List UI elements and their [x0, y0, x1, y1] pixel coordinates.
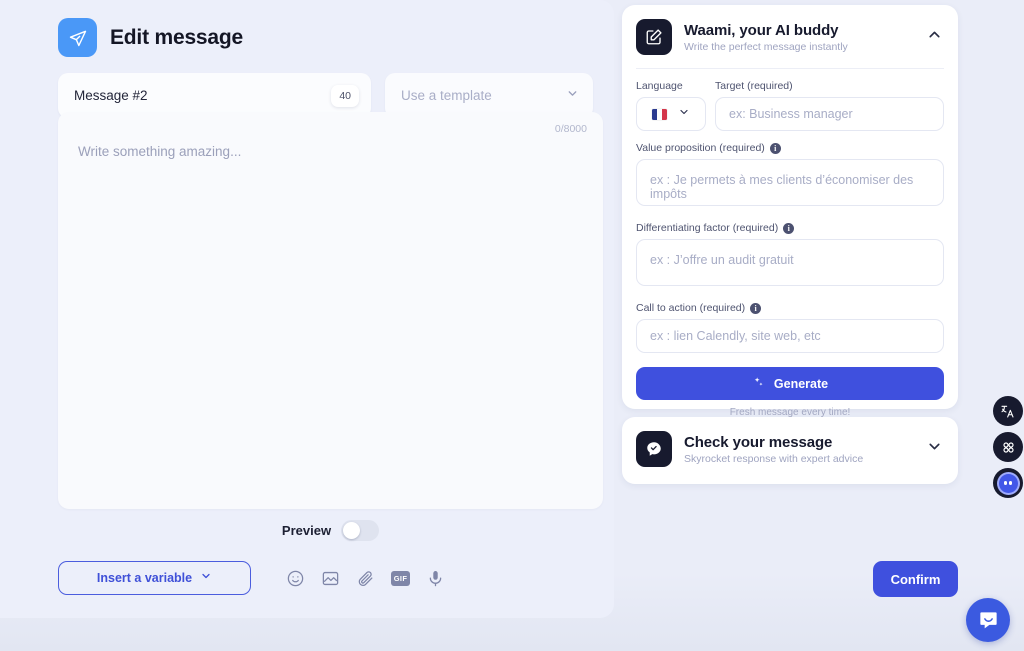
chevron-down-icon — [678, 105, 690, 123]
message-composer[interactable]: 0/8000 Write something amazing... — [58, 112, 603, 509]
confirm-button[interactable]: Confirm — [873, 561, 958, 597]
image-icon[interactable] — [320, 568, 341, 589]
differentiating-factor-input[interactable] — [636, 239, 944, 286]
value-proposition-input[interactable] — [636, 159, 944, 206]
attachment-icon-strip: GIF — [285, 568, 446, 589]
waami-panel-title: Waami, your AI buddy — [684, 21, 839, 39]
target-group: Target (required) — [715, 80, 944, 131]
editor-header: Edit message — [0, 0, 614, 57]
sparkle-icon — [752, 376, 765, 392]
attachment-icon[interactable] — [355, 568, 376, 589]
page-title: Edit message — [110, 25, 243, 49]
language-select[interactable] — [636, 97, 706, 131]
intercom-chat-icon[interactable] — [966, 598, 1010, 642]
info-icon[interactable]: i — [750, 302, 762, 314]
chevron-down-icon — [566, 87, 579, 105]
waami-ai-panel: Waami, your AI buddy Write the perfect m… — [622, 5, 958, 418]
chevron-down-icon — [200, 569, 212, 587]
chat-check-icon — [636, 431, 672, 467]
template-select-placeholder: Use a template — [401, 88, 492, 103]
translate-icon[interactable] — [993, 396, 1023, 426]
info-icon[interactable]: i — [783, 222, 795, 234]
value-proposition-label-text: Value proposition (required) — [636, 142, 765, 154]
composer-counter: 0/8000 — [554, 123, 587, 135]
assistant-avatar-icon[interactable] — [993, 468, 1023, 498]
preview-toggle-row: Preview — [58, 520, 603, 541]
waami-form: Language Target (required) Value proposi… — [622, 69, 958, 418]
generate-button[interactable]: Generate — [636, 367, 944, 400]
generate-label: Generate — [773, 376, 829, 391]
composer-toolbar: Insert a variable GIF — [58, 561, 446, 595]
insert-variable-label: Insert a variable — [96, 571, 193, 585]
toggle-knob — [343, 522, 361, 539]
preview-toggle[interactable] — [341, 520, 380, 541]
message-count-badge: 40 — [331, 84, 359, 107]
check-message-panel[interactable]: Check your message Skyrocket response wi… — [622, 417, 958, 484]
call-to-action-group: Call to action (required) i — [636, 302, 944, 353]
send-plane-icon — [58, 18, 97, 57]
value-proposition-group: Value proposition (required) i — [636, 142, 944, 211]
differentiating-factor-label-text: Differentiating factor (required) — [636, 222, 779, 234]
check-panel-subtitle: Skyrocket response with expert advice — [684, 452, 864, 465]
value-proposition-label: Value proposition (required) i — [636, 142, 944, 154]
check-panel-title: Check your message — [684, 433, 833, 451]
france-flag-icon — [652, 108, 667, 120]
differentiating-factor-group: Differentiating factor (required) i — [636, 222, 944, 291]
check-panel-header[interactable]: Check your message Skyrocket response wi… — [622, 417, 958, 467]
check-panel-titles: Check your message Skyrocket response wi… — [684, 434, 914, 465]
call-to-action-label: Call to action (required) i — [636, 302, 944, 314]
chevron-up-icon[interactable] — [926, 26, 943, 48]
waami-panel-subtitle: Write the perfect message instantly — [684, 40, 848, 53]
gif-icon[interactable]: GIF — [390, 568, 411, 589]
insert-variable-button[interactable]: Insert a variable — [58, 561, 251, 595]
differentiating-factor-label: Differentiating factor (required) i — [636, 222, 944, 234]
call-to-action-label-text: Call to action (required) — [636, 302, 746, 314]
message-editor-panel: Edit message Message #2 40 Use a templat… — [0, 0, 614, 618]
apps-grid-icon[interactable] — [993, 432, 1023, 462]
waami-panel-titles: Waami, your AI buddy Write the perfect m… — [684, 22, 914, 53]
call-to-action-input[interactable] — [636, 319, 944, 353]
floating-action-rail — [993, 396, 1023, 498]
preview-label: Preview — [281, 523, 332, 538]
language-group: Language — [636, 80, 706, 131]
edit-square-icon — [636, 19, 672, 55]
gif-label: GIF — [391, 570, 410, 586]
info-icon[interactable]: i — [769, 142, 781, 154]
language-target-row: Language Target (required) — [636, 80, 944, 131]
emoji-icon[interactable] — [285, 568, 306, 589]
microphone-icon[interactable] — [425, 568, 446, 589]
chevron-down-icon[interactable] — [926, 438, 943, 460]
composer-placeholder: Write something amazing... — [78, 144, 242, 159]
waami-panel-header[interactable]: Waami, your AI buddy Write the perfect m… — [622, 5, 958, 55]
language-label: Language — [636, 80, 683, 92]
editor-top-fields: Message #2 40 Use a template — [0, 57, 614, 118]
target-input[interactable] — [715, 97, 944, 131]
assistant-eyes — [998, 473, 1018, 493]
target-label: Target (required) — [715, 80, 793, 92]
message-name-value: Message #2 — [74, 88, 148, 103]
